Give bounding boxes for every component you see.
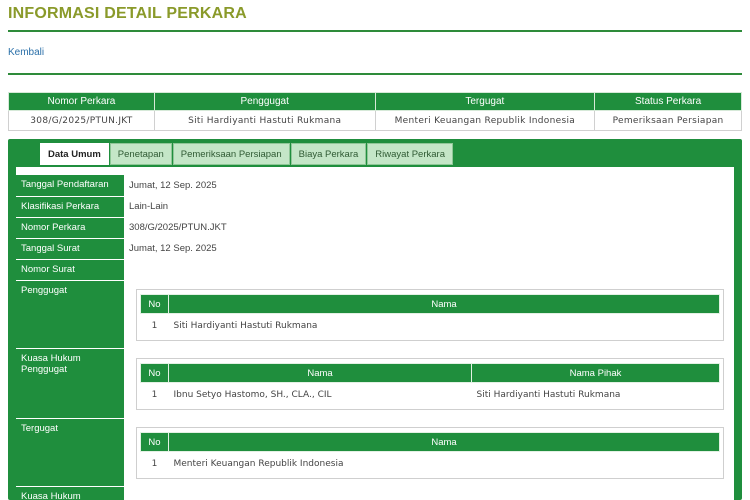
back-link[interactable]: Kembali (8, 47, 44, 58)
table-header-row: No Nama Nama Pihak (140, 363, 720, 383)
cell-nomor-perkara: 308/G/2025/PTUN.JKT (8, 110, 155, 131)
value-nomor-perkara: 308/G/2025/PTUN.JKT (129, 222, 227, 233)
cell-nama-pihak: Siti Hardiyanti Hastuti Rukmana (471, 382, 720, 407)
cell-status-perkara: Pemeriksaan Persiapan (594, 110, 742, 131)
tergugat-table-box: No Nama 1 Menteri Keuangan Republik Indo… (136, 427, 724, 479)
column-header-penggugat: Penggugat (153, 92, 376, 111)
tab-content-data-umum: Tanggal Pendaftaran Jumat, 12 Sep. 2025 … (16, 167, 734, 500)
value-tanggal-surat: Jumat, 12 Sep. 2025 (129, 243, 217, 254)
column-header-tergugat: Tergugat (374, 92, 596, 111)
label-tergugat: Tergugat (16, 419, 124, 487)
tab-riwayat-perkara[interactable]: Riwayat Perkara (367, 143, 453, 165)
table-header-row: No Nama (140, 294, 720, 314)
tab-biaya-perkara[interactable]: Biaya Perkara (290, 143, 367, 165)
label-tanggal-surat: Tanggal Surat (16, 239, 124, 260)
label-tanggal-pendaftaran: Tanggal Pendaftaran (16, 175, 124, 197)
tergugat-table: No Nama 1 Menteri Keuangan Republik Indo… (140, 432, 720, 476)
value-klasifikasi-perkara: Lain-Lain (129, 201, 169, 212)
column-header-no: No (140, 432, 169, 452)
table-row: 1 Siti Hardiyanti Hastuti Rukmana (140, 313, 720, 338)
value-tanggal-pendaftaran: Jumat, 12 Sep. 2025 (129, 180, 217, 191)
tab-penetapan[interactable]: Penetapan (109, 143, 172, 165)
column-header-no: No (140, 363, 169, 383)
cell-penggugat: Siti Hardiyanti Hastuti Rukmana (153, 110, 376, 131)
column-header-nama: Nama (168, 294, 720, 314)
penggugat-table: No Nama 1 Siti Hardiyanti Hastuti Rukman… (140, 294, 720, 338)
cell-nama: Ibnu Setyo Hastomo, SH., CLA., CIL (168, 382, 472, 407)
table-header-row: No Nama (140, 432, 720, 452)
column-header-status-perkara: Status Perkara (594, 92, 742, 111)
label-penggugat: Penggugat (16, 281, 124, 349)
cell-no: 1 (140, 382, 169, 407)
summary-header-row: Nomor Perkara Penggugat Tergugat Status … (8, 92, 742, 111)
page-title: INFORMASI DETAIL PERKARA (8, 5, 247, 22)
table-row: 1 Menteri Keuangan Republik Indonesia (140, 451, 720, 476)
cell-nama: Menteri Keuangan Republik Indonesia (168, 451, 720, 476)
label-nomor-perkara: Nomor Perkara (16, 218, 124, 239)
column-header-nama: Nama (168, 363, 472, 383)
label-klasifikasi-perkara: Klasifikasi Perkara (16, 197, 124, 218)
kuasa-hukum-penggugat-table-box: No Nama Nama Pihak 1 Ibnu Setyo Hastomo,… (136, 358, 724, 410)
penggugat-table-box: No Nama 1 Siti Hardiyanti Hastuti Rukman… (136, 289, 724, 341)
column-header-no: No (140, 294, 169, 314)
cell-tergugat: Menteri Keuangan Republik Indonesia (374, 110, 596, 131)
tab-pemeriksaan-persiapan[interactable]: Pemeriksaan Persiapan (172, 143, 290, 165)
label-nomor-surat: Nomor Surat (16, 260, 124, 281)
tab-data-umum[interactable]: Data Umum (40, 143, 109, 165)
cell-nama: Siti Hardiyanti Hastuti Rukmana (168, 313, 720, 338)
column-header-nama-pihak: Nama Pihak (471, 363, 720, 383)
table-row: 1 Ibnu Setyo Hastomo, SH., CLA., CIL Sit… (140, 382, 720, 407)
tab-bar: Data Umum Penetapan Pemeriksaan Persiapa… (40, 143, 454, 165)
kuasa-hukum-penggugat-table: No Nama Nama Pihak 1 Ibnu Setyo Hastomo,… (140, 363, 720, 407)
table-row: 308/G/2025/PTUN.JKT Siti Hardiyanti Hast… (8, 110, 742, 131)
label-kuasa-hukum-tergugat: Kuasa Hukum (16, 487, 124, 500)
cell-no: 1 (140, 313, 169, 338)
header-divider (8, 30, 742, 32)
case-summary-table: Nomor Perkara Penggugat Tergugat Status … (8, 92, 742, 131)
label-kuasa-hukum-penggugat: Kuasa Hukum Penggugat (16, 349, 124, 419)
section-divider (8, 73, 742, 75)
cell-no: 1 (140, 451, 169, 476)
column-header-nomor-perkara: Nomor Perkara (8, 92, 155, 111)
column-header-nama: Nama (168, 432, 720, 452)
